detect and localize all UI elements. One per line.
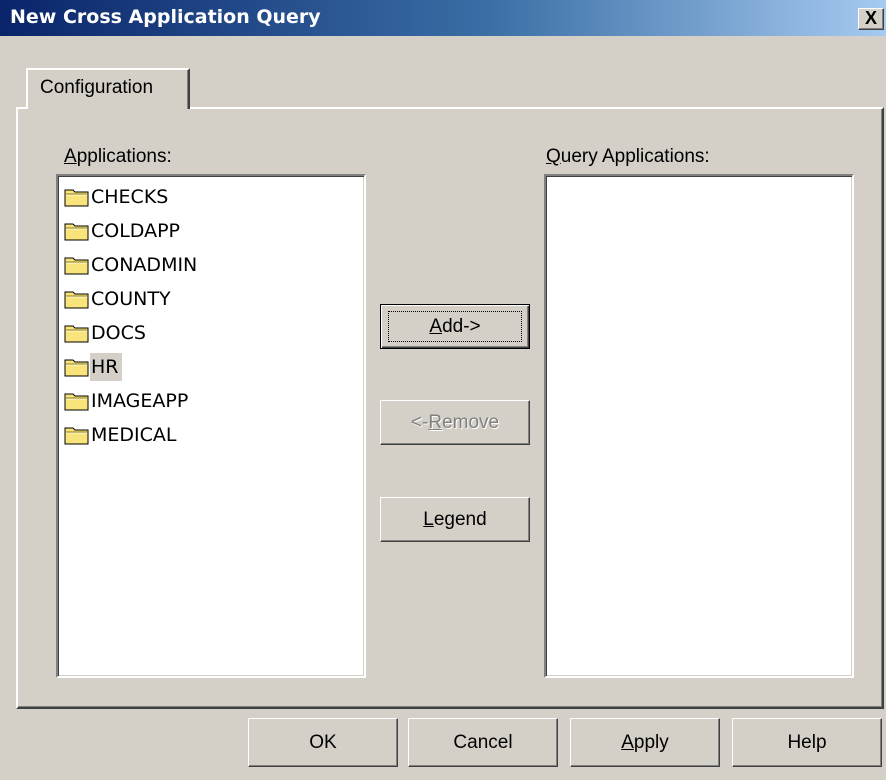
tab-configuration-label: Configuration [40, 77, 154, 98]
help-button[interactable]: Help [732, 718, 882, 767]
window-title: New Cross Application Query [10, 6, 321, 28]
apply-button[interactable]: Apply [570, 718, 720, 767]
configuration-panel [16, 107, 884, 709]
ok-button[interactable]: OK [248, 718, 398, 767]
close-button[interactable]: X [858, 8, 884, 30]
title-bar[interactable]: New Cross Application Query X [0, 0, 886, 36]
close-icon: X [864, 8, 877, 28]
cancel-button[interactable]: Cancel [408, 718, 558, 767]
tab-configuration[interactable]: Configuration [26, 68, 190, 109]
